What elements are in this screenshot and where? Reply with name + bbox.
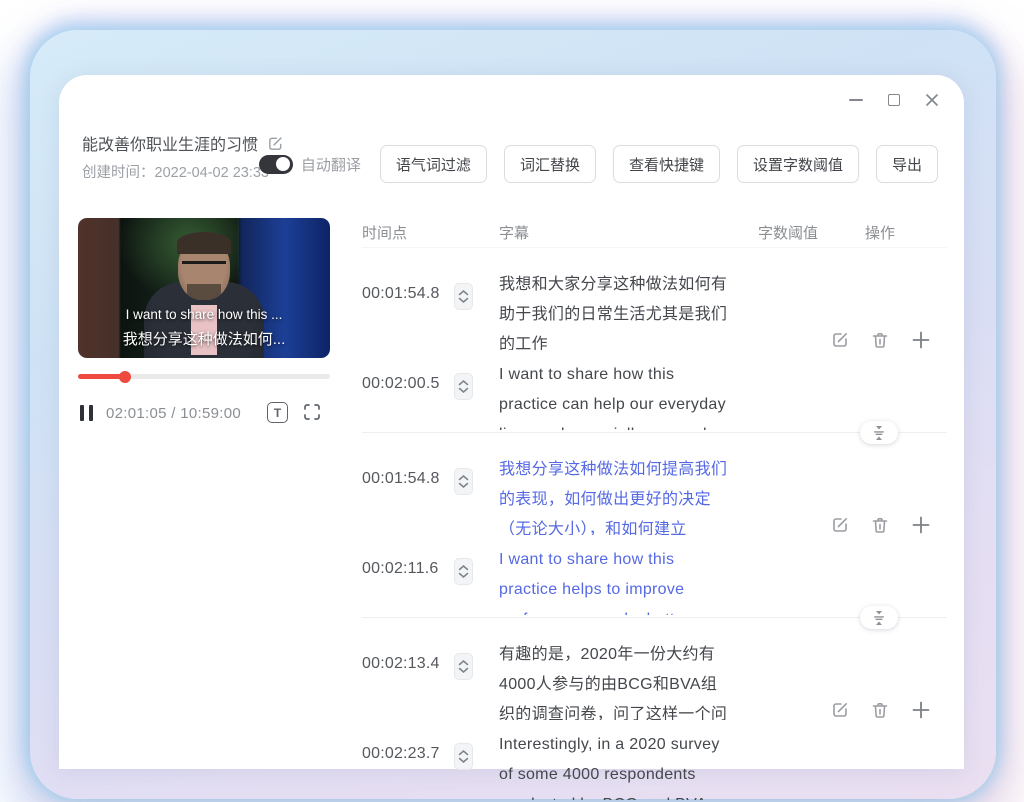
playback-controls: 02:01:05 / 10:59:00 T — [80, 402, 330, 424]
speaker-glasses — [182, 261, 226, 273]
edit-icon[interactable] — [830, 330, 850, 350]
auto-translate-label: 自动翻译 — [301, 154, 361, 175]
edit-icon[interactable] — [830, 700, 850, 720]
time-stepper[interactable] — [454, 468, 473, 495]
subtitle-text-en[interactable]: I want to share how this practice helps … — [499, 545, 730, 615]
timestamp: 00:02:13.4 — [362, 640, 454, 673]
progress-fill — [78, 374, 125, 379]
col-header-time: 时间点 — [362, 222, 499, 243]
subtitle-text-zh[interactable]: 我想分享这种做法如何提高我们的表现，如何做出更好的决定（无论大小），和如何建立 — [499, 455, 730, 535]
timestamp: 00:01:54.8 — [362, 270, 454, 303]
created-time-label: 创建时间：2022-04-02 23:33 — [82, 161, 269, 182]
subtitle-text-en[interactable]: Interestingly, in a 2020 survey of some … — [499, 730, 730, 800]
time-stepper[interactable] — [454, 283, 473, 310]
video-player[interactable]: I want to share how this ... 我想分享这种做法如何.… — [78, 218, 330, 358]
vocab-replace-button[interactable]: 词汇替换 — [504, 145, 596, 183]
export-button[interactable]: 导出 — [876, 145, 938, 183]
table-header: 时间点 字幕 字数阈值 操作 — [362, 218, 947, 248]
player-subtitle-zh: 我想分享这种做法如何... — [78, 328, 330, 349]
table-row: 00:01:54.8 我想分享这种做法如何提高我们的表现，如何做出更好的决定（无… — [362, 433, 947, 618]
subtitle-text-en[interactable]: I want to share how this practice can he… — [499, 360, 730, 430]
fullscreen-icon[interactable] — [302, 402, 322, 427]
timestamp: 00:02:11.6 — [362, 545, 454, 578]
timestamp: 00:01:54.8 — [362, 455, 454, 488]
subtitle-entry-en: 00:02:23.7 Interestingly, in a 2020 surv… — [362, 730, 947, 800]
add-icon[interactable] — [910, 699, 932, 721]
close-icon[interactable] — [924, 92, 940, 108]
subtitle-entry-en: 00:02:11.6 I want to share how this prac… — [362, 545, 947, 615]
window-controls — [848, 91, 940, 109]
speaker-beard — [187, 284, 221, 300]
col-header-subtitle: 字幕 — [499, 222, 758, 243]
text-tool-icon[interactable]: T — [267, 402, 288, 423]
delete-icon[interactable] — [870, 330, 890, 350]
subtitle-table: 时间点 字幕 字数阈值 操作 00:01:54.8 我想和大家分享这种做法如何有… — [362, 218, 947, 769]
merge-subtitles-button[interactable] — [860, 421, 898, 444]
player-subtitle-en: I want to share how this ... — [78, 307, 330, 322]
table-row: 00:02:13.4 有趣的是，2020年一份大约有4000人参与的由BCG和B… — [362, 618, 947, 802]
filler-word-filter-button[interactable]: 语气词过滤 — [380, 145, 487, 183]
set-word-threshold-button[interactable]: 设置字数阈值 — [737, 145, 859, 183]
timestamp: 00:02:23.7 — [362, 730, 454, 763]
table-row: 00:01:54.8 我想和大家分享这种做法如何有助于我们的日常生活尤其是我们的… — [362, 248, 947, 433]
subtitle-entry-en: 00:02:00.5 I want to share how this prac… — [362, 360, 947, 430]
subtitle-text-zh[interactable]: 我想和大家分享这种做法如何有助于我们的日常生活尤其是我们的工作 — [499, 270, 730, 350]
auto-translate-toggle[interactable] — [259, 155, 293, 174]
delete-icon[interactable] — [870, 515, 890, 535]
time-stepper[interactable] — [454, 558, 473, 585]
col-header-threshold: 字数阈值 — [758, 222, 865, 243]
progress-knob[interactable] — [119, 371, 131, 383]
row-actions — [830, 514, 932, 536]
edit-icon[interactable] — [830, 515, 850, 535]
col-header-operations: 操作 — [865, 222, 947, 243]
app-window: 能改善你职业生涯的习惯 创建时间：2022-04-02 23:33 自动翻译 语… — [59, 75, 964, 769]
page-title: 能改善你职业生涯的习惯 — [82, 131, 258, 155]
merge-subtitles-button[interactable] — [860, 606, 898, 629]
subtitle-text-zh[interactable]: 有趣的是，2020年一份大约有4000人参与的由BCG和BVA组织的调查问卷，问… — [499, 640, 730, 720]
timestamp: 00:02:00.5 — [362, 360, 454, 393]
minimize-icon[interactable] — [848, 92, 864, 108]
view-shortcuts-button[interactable]: 查看快捷键 — [613, 145, 720, 183]
row-actions — [830, 699, 932, 721]
add-icon[interactable] — [910, 514, 932, 536]
toolbar: 自动翻译 语气词过滤 词汇替换 查看快捷键 设置字数阈值 导出 — [259, 145, 938, 183]
maximize-icon[interactable] — [886, 92, 902, 108]
pause-icon[interactable] — [80, 405, 93, 421]
seek-bar[interactable] — [78, 374, 330, 379]
add-icon[interactable] — [910, 329, 932, 351]
row-actions — [830, 329, 932, 351]
playback-time: 02:01:05 / 10:59:00 — [106, 405, 241, 422]
delete-icon[interactable] — [870, 700, 890, 720]
speaker-hair — [177, 232, 231, 254]
time-stepper[interactable] — [454, 653, 473, 680]
time-stepper[interactable] — [454, 373, 473, 400]
time-stepper[interactable] — [454, 743, 473, 770]
